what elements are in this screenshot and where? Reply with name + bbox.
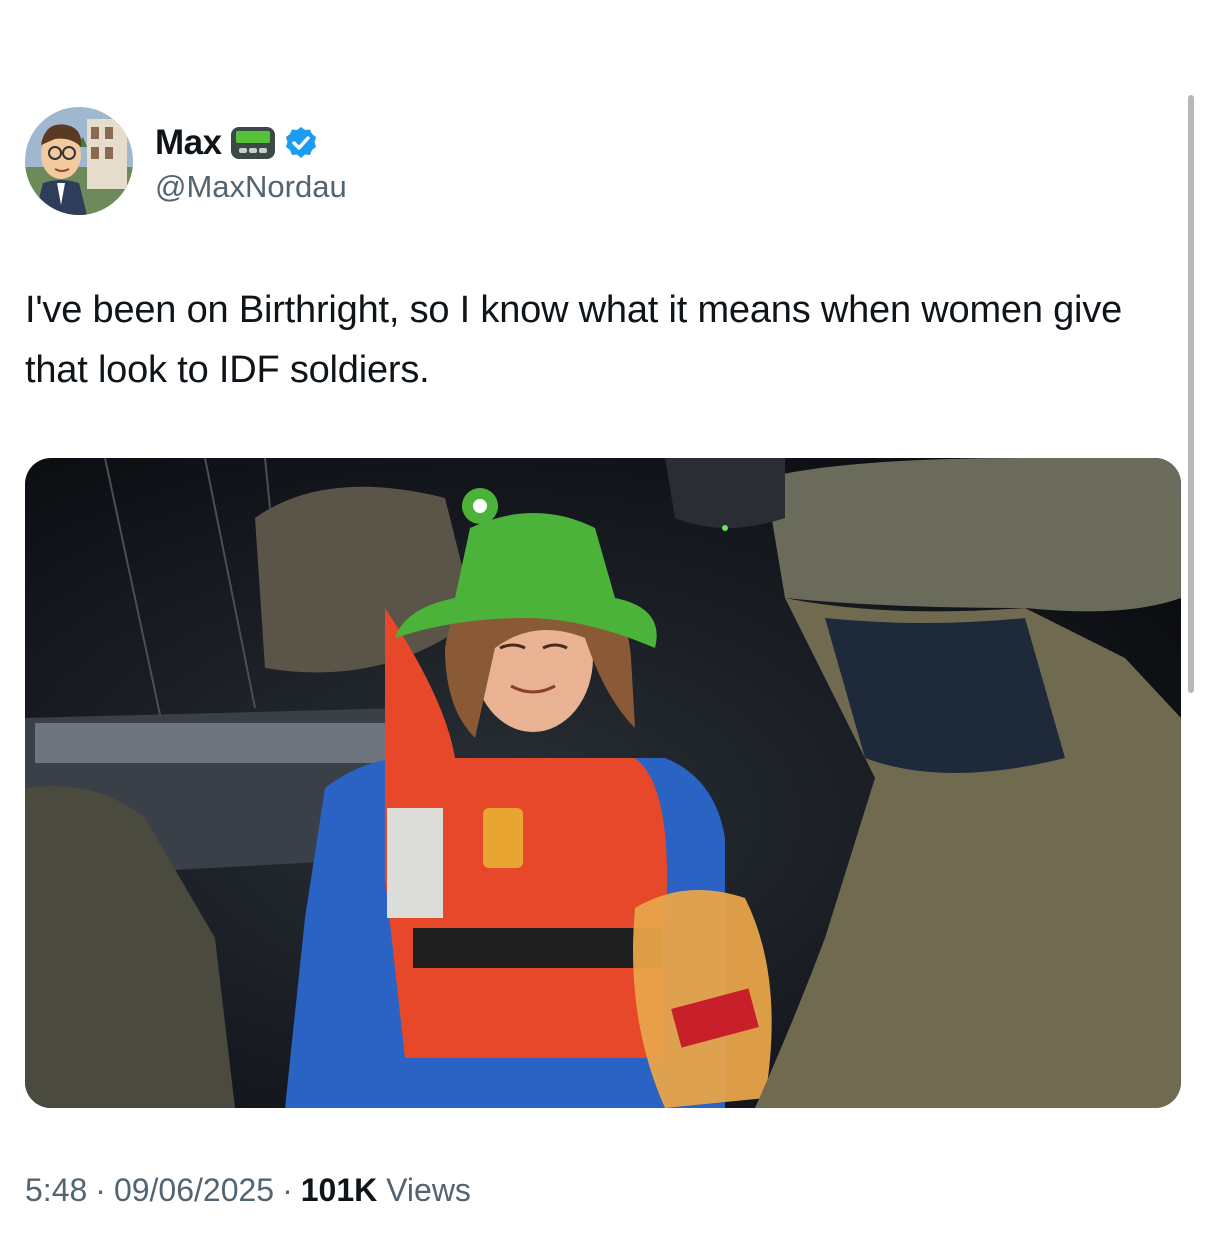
separator: ·: [95, 1172, 106, 1208]
pager-icon: [230, 125, 276, 161]
avatar[interactable]: [25, 107, 133, 215]
tweet-text: I've been on Birthright, so I know what …: [25, 289, 1123, 391]
scrollbar[interactable]: [1188, 95, 1194, 693]
author-name-row: Max: [155, 123, 318, 163]
tweet-meta: 5:48 · 09/06/2025 · 101K Views: [25, 1172, 471, 1209]
tweet-time[interactable]: 5:48: [25, 1172, 87, 1208]
author-name[interactable]: Max: [155, 123, 222, 163]
views-label: Views: [386, 1172, 471, 1208]
verified-icon[interactable]: [284, 126, 318, 160]
separator: ·: [282, 1172, 293, 1208]
views-count: 101K: [300, 1172, 378, 1208]
tweet-date[interactable]: 09/06/2025: [114, 1172, 274, 1208]
tweet-photo[interactable]: [25, 458, 1181, 1108]
tweet-header: Max @MaxNordau: [25, 107, 725, 219]
author-handle[interactable]: @MaxNordau: [155, 169, 347, 205]
